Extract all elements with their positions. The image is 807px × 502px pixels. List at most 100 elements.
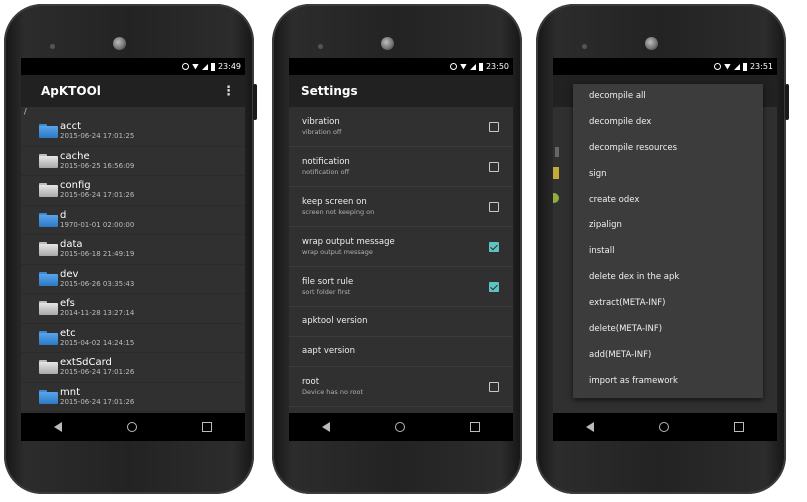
setting-row[interactable]: keep screen on screen not keeping on [289, 187, 513, 227]
file-row[interactable]: data 2015-06-18 21:49:19 [21, 235, 245, 265]
file-name: extSdCard [60, 357, 112, 369]
setting-row[interactable]: root Device has no root [289, 367, 513, 407]
phone-3: 23:51 decompile all decompile dex decompil… [536, 4, 789, 494]
background-icon [553, 167, 559, 179]
file-list: acct 2015-06-24 17:01:25 cache 2015-06-25 1… [21, 117, 245, 412]
menu-item[interactable]: import as framework [573, 369, 763, 395]
apk-action-menu: decompile all decompile dex decompile reso… [573, 84, 763, 398]
setting-row[interactable]: apktool version [289, 307, 513, 337]
home-icon[interactable] [126, 422, 137, 432]
signal-icon [201, 63, 208, 70]
status-time: 23:50 [485, 62, 509, 71]
wifi-icon [191, 63, 199, 70]
file-name: acct [60, 121, 82, 133]
setting-title: vibration [302, 116, 340, 127]
file-row[interactable]: d 1970-01-01 02:00:00 [21, 206, 245, 235]
file-row[interactable]: etc 2015-04-02 14:24:15 [21, 324, 245, 353]
wifi-icon [459, 63, 467, 70]
app-title: ApKTOOl [41, 84, 101, 98]
screen-file-browser: 23:49 ApKTOOl ⋮ / acct 2015-06-24 17:01:2… [21, 58, 245, 441]
rotation-lock-icon [181, 63, 189, 70]
file-row[interactable]: efs 2014-11-28 13:27:14 [21, 294, 245, 324]
current-path: / [24, 107, 27, 116]
menu-item[interactable]: decompile dex [573, 110, 763, 136]
back-icon[interactable] [321, 422, 330, 432]
folder-icon [39, 153, 58, 168]
file-name: cache [60, 150, 90, 162]
menu-item[interactable]: decompile all [573, 84, 763, 110]
setting-subtitle: vibration off [302, 127, 342, 136]
folder-icon [39, 389, 58, 404]
file-row[interactable]: cache 2015-06-25 16:56:09 [21, 147, 245, 176]
file-row[interactable]: extSdCard 2015-06-24 17:01:26 [21, 353, 245, 383]
screen-settings: 23:50 Settings vibration vibration off not… [289, 58, 513, 441]
background-icon [555, 147, 559, 157]
folder-icon [39, 212, 58, 227]
file-row[interactable]: dev 2015-06-26 03:35:43 [21, 265, 245, 294]
setting-row[interactable]: wrap output message wrap output message [289, 227, 513, 267]
setting-row[interactable]: notification notification off [289, 147, 513, 187]
background-file-icons [553, 107, 559, 203]
setting-row[interactable]: vibration vibration off [289, 107, 513, 147]
menu-item[interactable]: add(META-INF) [573, 343, 763, 369]
front-camera [381, 37, 394, 50]
checkbox[interactable] [489, 201, 499, 212]
setting-title: notification [302, 156, 350, 167]
setting-row[interactable]: file sort rule sort folder first [289, 267, 513, 307]
back-icon[interactable] [585, 422, 594, 432]
checkbox[interactable] [489, 121, 499, 132]
recents-icon[interactable] [470, 422, 481, 432]
recents-icon[interactable] [734, 422, 745, 432]
screen-apk-menu: 23:51 decompile all decompile dex decompil… [553, 58, 777, 441]
checkbox[interactable] [489, 281, 499, 292]
file-date: 1970-01-01 02:00:00 [60, 220, 135, 229]
file-row[interactable]: acct 2015-06-24 17:01:25 [21, 117, 245, 147]
home-icon[interactable] [394, 422, 405, 432]
menu-item[interactable]: delete dex in the apk [573, 265, 763, 291]
checkbox[interactable] [489, 241, 499, 252]
setting-title: file sort rule [302, 276, 354, 287]
setting-subtitle: sort folder first [302, 287, 351, 296]
nav-bar [21, 413, 245, 441]
setting-subtitle: Device has no root [302, 387, 364, 396]
speaker-dot [50, 44, 55, 49]
side-button [785, 84, 789, 120]
rotation-lock-icon [713, 63, 721, 70]
checkbox[interactable] [489, 161, 499, 172]
settings-list: vibration vibration off notification notifi… [289, 107, 513, 407]
folder-icon [39, 124, 58, 139]
file-date: 2014-11-28 13:27:14 [60, 309, 135, 318]
status-bar: 23:49 [21, 58, 245, 75]
file-name: mnt [60, 386, 80, 398]
file-name: data [60, 239, 83, 251]
setting-subtitle: screen not keeping on [302, 207, 375, 216]
file-date: 2015-06-24 17:01:26 [60, 397, 135, 406]
file-name: dev [60, 268, 79, 280]
menu-item[interactable]: delete(META-INF) [573, 317, 763, 343]
back-icon[interactable] [53, 422, 62, 432]
home-icon[interactable] [658, 422, 669, 432]
battery-icon [478, 62, 483, 71]
recents-icon[interactable] [202, 422, 213, 432]
file-row[interactable]: config 2015-06-24 17:01:26 [21, 176, 245, 206]
front-camera [113, 37, 126, 50]
menu-item[interactable]: create odex [573, 188, 763, 214]
file-name: efs [60, 298, 75, 310]
menu-item[interactable]: install [573, 239, 763, 265]
side-button [253, 84, 257, 120]
file-date: 2015-06-24 17:01:26 [60, 191, 135, 200]
menu-item[interactable]: decompile resources [573, 136, 763, 162]
menu-item[interactable]: sign [573, 162, 763, 188]
signal-icon [469, 63, 476, 70]
folder-icon [39, 271, 58, 286]
speaker-dot [318, 44, 323, 49]
menu-item[interactable]: zipalign [573, 213, 763, 239]
menu-item[interactable]: extract(META-INF) [573, 291, 763, 317]
file-row[interactable]: mnt 2015-06-24 17:01:26 [21, 383, 245, 412]
speaker-dot [582, 44, 587, 49]
overflow-menu-icon[interactable]: ⋮ [222, 84, 235, 99]
status-bar: 23:51 [553, 58, 777, 75]
file-name: config [60, 180, 91, 192]
checkbox[interactable] [489, 381, 499, 392]
setting-row[interactable]: aapt version [289, 337, 513, 367]
